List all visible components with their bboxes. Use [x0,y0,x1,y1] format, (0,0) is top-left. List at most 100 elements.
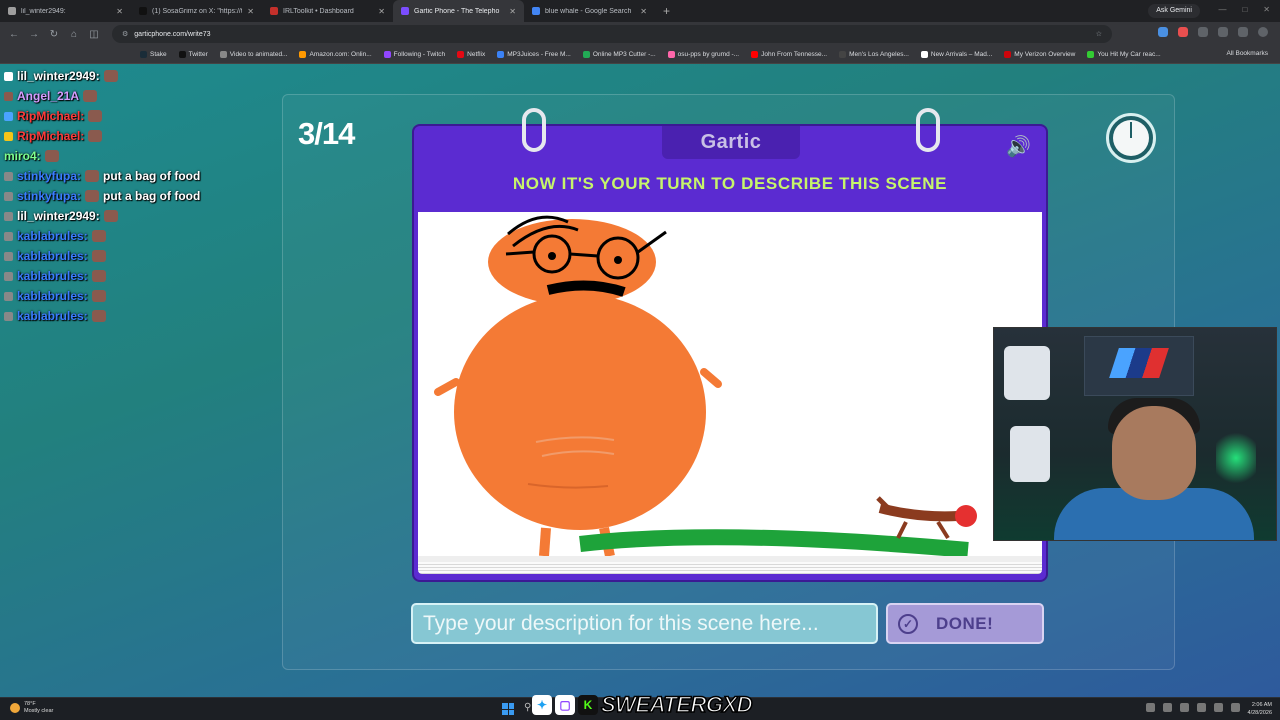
gartic-logo: Gartic [662,126,800,159]
chat-message: kablabrules: [4,266,264,286]
bookmark-label: Netflix [467,51,486,58]
tab-list: lil_winter2949: ✕ (1) SosaGrimz on X: "htt… [0,0,655,22]
browser-tab[interactable]: IRLToolkit • Dashboard ✕ [262,0,393,22]
bookmark-item[interactable]: Online MP3 Cutter -... [582,51,656,58]
chat-emote-icon [88,130,103,142]
bookmark-label: Amazon.com: Onlin... [309,51,372,58]
ask-gemini-button[interactable]: Ask Gemini [1148,4,1200,18]
chat-message: kablabrules: [4,246,264,266]
scene-description-input[interactable] [411,603,878,644]
timer-icon [1106,113,1156,163]
notebook-edge [418,562,1042,574]
tab-close-icon[interactable]: ✕ [378,7,385,16]
bookmark-favicon-icon [383,51,391,58]
speaker-icon[interactable]: 🔊 [1006,136,1034,158]
weather-temp: 78°F [24,701,36,707]
bookmark-item[interactable]: Stake [140,51,167,58]
tray-app-icon[interactable] [1180,703,1189,712]
tab-close-icon[interactable]: ✕ [509,7,516,16]
chat-badge-icon [4,251,13,261]
chat-username: kablabrules: [17,289,88,303]
chat-badge-icon [4,91,13,101]
tab-close-icon[interactable]: ✕ [247,7,254,16]
taskbar-clock[interactable]: 2:06 AM 4/28/2026 [1248,701,1272,717]
chat-username: RipMichael: [17,129,85,143]
maximize-icon[interactable]: □ [1242,5,1247,14]
kick-icon: K [578,695,598,715]
tab-close-icon[interactable]: ✕ [116,7,123,16]
bookmark-item[interactable]: My Verizon Overview [1004,51,1075,58]
bookmark-list: Stake Twitter Video to animated... Amazon.c… [140,51,1161,58]
weather-widget[interactable]: 78°F Mostly clear [10,701,53,715]
bookmark-star-icon[interactable]: ☆ [1096,30,1102,38]
chat-emote-icon [85,190,100,202]
profile-avatar[interactable] [1258,27,1268,37]
bookmark-item[interactable]: osu-pps by grumd -... [667,51,739,58]
bookmark-item[interactable]: John From Tennesse... [751,51,827,58]
wifi-icon[interactable] [1214,703,1223,712]
chat-emote-icon [103,210,118,222]
clock-time: 2:06 AM [1251,702,1272,708]
tab-label: (1) SosaGrimz on X: "https://t.a [152,7,243,15]
bookmark-label: Video to animated... [229,51,288,58]
bookmark-item[interactable]: Netflix [457,51,485,58]
chat-badge-icon [4,171,13,181]
done-button[interactable]: ✓ DONE! [886,603,1044,644]
taskbar-search-icon[interactable]: ⚲ [524,702,531,713]
bookmark-item[interactable]: MP3Juices - Free M... [497,51,571,58]
split-view-icon[interactable]: ◫ [88,29,100,40]
check-icon: ✓ [898,613,918,634]
chat-username: miro4: [4,149,41,163]
browser-tab[interactable]: lil_winter2949: ✕ [0,0,131,22]
browser-tab[interactable]: blue whale - Google Search ✕ [524,0,655,22]
chat-username: kablabrules: [17,309,88,323]
forward-icon[interactable]: → [28,29,40,40]
extension-icon[interactable] [1158,27,1168,37]
bookmark-item[interactable]: New Arrivals – Mad... [920,51,992,58]
bookmark-item[interactable]: Men's Los Angeles... [839,51,909,58]
home-icon[interactable]: ⌂ [68,29,80,40]
bookmark-item[interactable]: You Hit My Car reac... [1087,51,1161,58]
bookmark-item[interactable]: Twitter [178,51,208,58]
minimize-icon[interactable]: — [1218,5,1226,14]
sidebar-icon[interactable] [1218,27,1228,37]
extension-icon[interactable] [1178,27,1188,37]
chat-username: stinkyfupa: [17,169,82,183]
browser-tab[interactable]: Gartic Phone - The Telepho ✕ [393,0,524,22]
bookmark-item[interactable]: Following - Twitch [383,51,446,58]
puzzle-icon[interactable] [1198,27,1208,37]
bookmark-label: Twitter [188,51,208,58]
volume-icon[interactable] [1231,703,1240,712]
tab-favicon-icon [401,7,409,15]
chat-badge-icon [4,211,13,221]
chat-message: RipMichael: [4,126,264,146]
all-bookmarks-button[interactable]: All Bookmarks [1226,50,1268,57]
tab-close-icon[interactable]: ✕ [640,7,647,16]
chat-emote-icon [88,110,103,122]
tray-app-icon[interactable] [1163,703,1172,712]
site-info-icon[interactable]: ⚙ [122,30,128,38]
bookmark-favicon-icon [457,51,465,58]
chat-badge-icon [4,271,13,281]
bookmark-item[interactable]: Video to animated... [219,51,288,58]
bookmark-item[interactable]: Amazon.com: Onlin... [299,51,372,58]
bookmark-favicon-icon [751,51,759,58]
tray-chevron-icon[interactable] [1146,703,1155,712]
browser-tab[interactable]: (1) SosaGrimz on X: "https://t.a ✕ [131,0,262,22]
url-field[interactable]: ⚙ garticphone.com/write73 ☆ [112,25,1112,43]
back-icon[interactable]: ← [8,29,20,40]
bookmark-label: Following - Twitch [393,51,446,58]
menu-icon[interactable] [1238,27,1248,37]
tab-favicon-icon [139,7,147,15]
close-window-icon[interactable]: ✕ [1263,5,1270,14]
chat-message: miro4: [4,146,264,166]
tray-app-icon[interactable] [1197,703,1206,712]
chat-message: Angel_21A [4,86,264,106]
windows-start-icon[interactable] [502,703,514,715]
bookmarks-bar: Stake Twitter Video to animated... Amazon.c… [0,46,1280,64]
bookmark-label: Online MP3 Cutter -... [592,51,656,58]
chat-badge-icon [4,131,13,141]
reload-icon[interactable]: ↻ [48,29,60,40]
new-tab-button[interactable]: + [655,4,678,18]
bookmark-favicon-icon [667,51,675,58]
